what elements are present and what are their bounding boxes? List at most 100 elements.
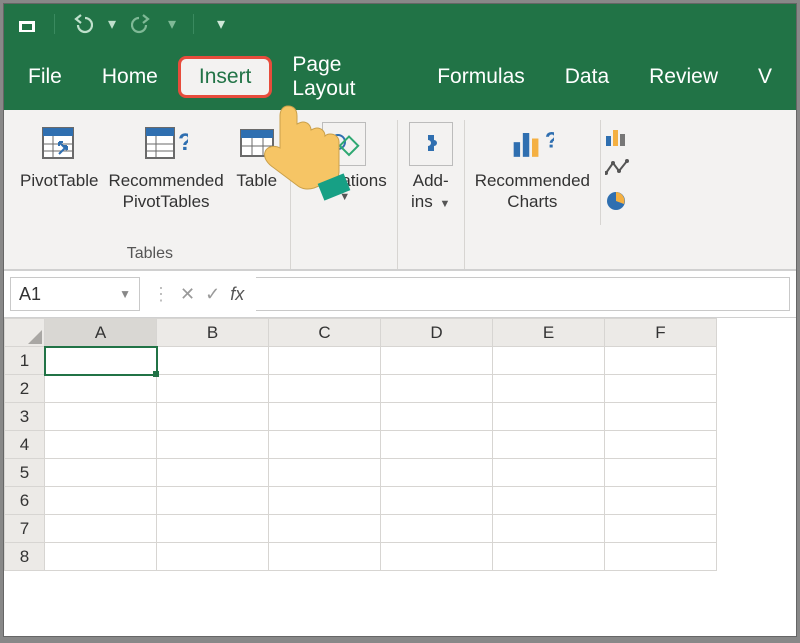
cell[interactable] [493,431,605,459]
cell[interactable] [157,375,269,403]
row-header[interactable]: 5 [5,459,45,487]
cell[interactable] [157,487,269,515]
cell[interactable] [381,375,493,403]
row-header[interactable]: 4 [5,431,45,459]
fx-icon[interactable]: fx [230,284,244,305]
cell[interactable] [269,515,381,543]
bar-chart-icon[interactable] [605,128,631,151]
row-header[interactable]: 7 [5,515,45,543]
tab-home[interactable]: Home [82,57,178,97]
pivottable-button[interactable]: PivotTable [16,120,102,193]
cell[interactable] [605,543,717,571]
row-header[interactable]: 8 [5,543,45,571]
row-header[interactable]: 6 [5,487,45,515]
cell[interactable] [605,515,717,543]
cell[interactable] [45,347,157,375]
cell[interactable] [605,487,717,515]
drag-handle-icon[interactable]: ⋮ [152,284,170,305]
redo-icon[interactable] [131,13,153,35]
recommended-pivottables-button[interactable]: ? Recommended PivotTables [104,120,227,215]
tab-file[interactable]: File [8,57,82,97]
select-all-corner[interactable] [5,319,45,347]
cell[interactable] [45,459,157,487]
column-header[interactable]: F [605,319,717,347]
row-header[interactable]: 2 [5,375,45,403]
cell[interactable] [493,515,605,543]
cell[interactable] [493,347,605,375]
cell[interactable] [157,543,269,571]
cell[interactable] [381,347,493,375]
cell[interactable] [605,403,717,431]
cell[interactable] [381,431,493,459]
cell[interactable] [381,487,493,515]
cell[interactable] [381,515,493,543]
cell[interactable] [157,347,269,375]
cell[interactable] [605,347,717,375]
cell[interactable] [493,543,605,571]
cell[interactable] [157,431,269,459]
cell[interactable] [45,515,157,543]
illustrations-label: Illustrations [301,170,387,191]
tab-insert[interactable]: Insert [178,56,273,98]
tab-page-layout[interactable]: Page Layout [272,45,417,109]
cell[interactable] [45,403,157,431]
cell[interactable] [45,543,157,571]
cell[interactable] [45,487,157,515]
column-header[interactable]: D [381,319,493,347]
cell[interactable] [269,487,381,515]
tab-formulas[interactable]: Formulas [417,57,545,97]
formula-bar-input[interactable] [256,277,790,311]
tab-review[interactable]: Review [629,57,738,97]
svg-text:?: ? [178,129,188,156]
column-header[interactable]: A [45,319,157,347]
name-box[interactable]: A1 ▼ [10,277,140,311]
cell[interactable] [269,431,381,459]
chevron-down-icon: ▼ [119,287,131,301]
cell[interactable] [157,403,269,431]
save-icon[interactable] [16,13,38,35]
cell[interactable] [493,375,605,403]
addins-button[interactable]: Add- ins ▼ [404,120,458,215]
ribbon-group-illustrations: Illustrations ▼ [291,120,398,269]
redo-dropdown-icon[interactable]: ▾ [167,13,177,35]
recommended-pivottables-label-2: PivotTables [123,191,210,212]
cell[interactable] [157,515,269,543]
undo-dropdown-icon[interactable]: ▾ [107,13,117,35]
table-button[interactable]: Table [230,120,284,193]
row-header[interactable]: 3 [5,403,45,431]
recommended-charts-button[interactable]: ? Recommended Charts [471,120,594,215]
cell[interactable] [605,375,717,403]
cell[interactable] [45,431,157,459]
cell[interactable] [381,543,493,571]
cell[interactable] [493,459,605,487]
undo-icon[interactable] [71,13,93,35]
cell[interactable] [493,403,605,431]
cell[interactable] [493,487,605,515]
pie-chart-icon[interactable] [605,190,631,217]
enter-icon[interactable]: ✓ [205,284,220,305]
cell[interactable] [269,459,381,487]
cell[interactable] [269,403,381,431]
cell[interactable] [605,431,717,459]
spreadsheet-grid[interactable]: A B C D E F 12345678 [4,318,796,636]
cell[interactable] [157,459,269,487]
tab-view[interactable]: V [738,57,792,97]
column-header[interactable]: B [157,319,269,347]
row-header[interactable]: 1 [5,347,45,375]
cancel-icon[interactable]: ✕ [180,284,195,305]
cell[interactable] [381,459,493,487]
line-chart-icon[interactable] [605,159,631,182]
customize-qat-icon[interactable]: ▾ [210,13,232,35]
tab-data[interactable]: Data [545,57,629,97]
cell[interactable] [269,543,381,571]
pivottable-label: PivotTable [20,170,98,191]
cell[interactable] [605,459,717,487]
column-header[interactable]: C [269,319,381,347]
ribbon-group-tables-label: Tables [127,245,173,269]
cell[interactable] [269,347,381,375]
illustrations-button[interactable]: Illustrations ▼ [297,120,391,207]
cell[interactable] [381,403,493,431]
column-header[interactable]: E [493,319,605,347]
cell[interactable] [45,375,157,403]
cell[interactable] [269,375,381,403]
